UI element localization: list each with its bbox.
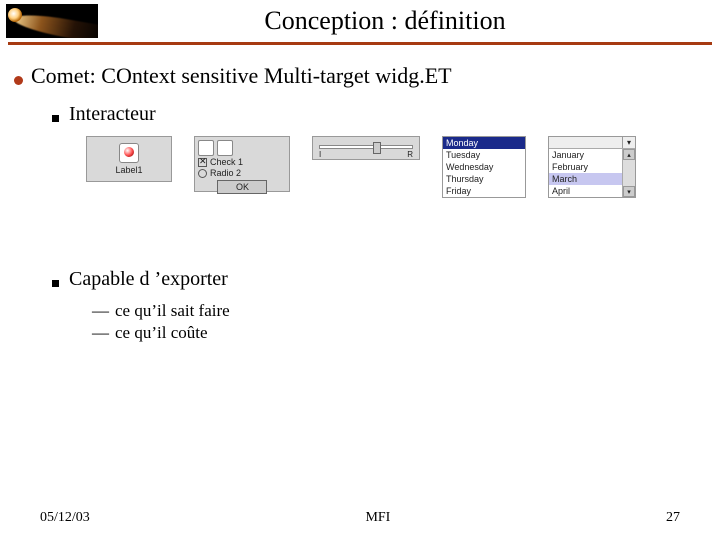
slider-thumb bbox=[373, 142, 381, 154]
slide-title: Conception : définition bbox=[98, 6, 712, 36]
dash-bullet-icon: — bbox=[92, 323, 109, 343]
chevron-down-icon: ▾ bbox=[622, 137, 635, 148]
footer-page: 27 bbox=[666, 510, 680, 526]
widget-gallery: Label1 Check 1 Radio 2 OK I R Monday Tue… bbox=[86, 136, 706, 198]
lvl1-text: Comet: COntext sensitive Multi-target wi… bbox=[31, 63, 452, 89]
scrollbar: ▴ ▾ bbox=[622, 149, 635, 197]
dropdown-header: ▾ bbox=[549, 137, 635, 149]
slider-right-label: R bbox=[407, 150, 413, 159]
bullet-icon bbox=[14, 76, 23, 85]
java-cup-icon bbox=[119, 143, 139, 163]
footer: 05/12/03 MFI 27 bbox=[0, 510, 720, 526]
label-widget: Label1 bbox=[86, 136, 172, 182]
list-item: Monday bbox=[443, 137, 525, 149]
dash-bullet-icon: — bbox=[92, 301, 109, 321]
bullet-level1: Comet: COntext sensitive Multi-target wi… bbox=[14, 63, 706, 89]
square-bullet-icon bbox=[52, 280, 59, 287]
check-label: Check 1 bbox=[210, 157, 243, 167]
months-dropdown-widget: ▾ January February March April ▴ ▾ bbox=[548, 136, 636, 198]
slider-track bbox=[319, 145, 413, 149]
content: Comet: COntext sensitive Multi-target wi… bbox=[0, 45, 720, 343]
list-item: Wednesday bbox=[443, 161, 525, 173]
footer-center: MFI bbox=[365, 510, 390, 526]
list-item: Thursday bbox=[443, 173, 525, 185]
radio-icon bbox=[198, 169, 207, 178]
scroll-down-icon: ▾ bbox=[623, 186, 635, 197]
square-bullet-icon bbox=[52, 115, 59, 122]
bullet-level3: — ce qu’il sait faire bbox=[92, 301, 706, 321]
lvl2-text: Capable d ’exporter bbox=[69, 268, 228, 291]
footer-date: 05/12/03 bbox=[40, 510, 90, 526]
list-item: Tuesday bbox=[443, 149, 525, 161]
slider-widget: I R bbox=[312, 136, 420, 160]
ok-button: OK bbox=[217, 180, 267, 194]
days-list-widget: Monday Tuesday Wednesday Thursday Friday bbox=[442, 136, 526, 198]
java-cup-icon bbox=[217, 140, 233, 156]
comet-logo bbox=[6, 4, 98, 38]
bullet-level3: — ce qu’il coûte bbox=[92, 323, 706, 343]
label-caption: Label1 bbox=[115, 165, 142, 175]
header: Conception : définition bbox=[0, 0, 720, 38]
slider-left-label: I bbox=[319, 150, 321, 159]
list-item: Friday bbox=[443, 185, 525, 197]
bullet-level2-capable: Capable d ’exporter bbox=[52, 268, 706, 291]
java-cup-icon bbox=[198, 140, 214, 156]
scroll-up-icon: ▴ bbox=[623, 149, 635, 160]
lvl3-text: ce qu’il sait faire bbox=[115, 301, 230, 321]
checkbox-widget: Check 1 Radio 2 OK bbox=[194, 136, 290, 192]
lvl2-text: Interacteur bbox=[69, 103, 156, 126]
lvl3-text: ce qu’il coûte bbox=[115, 323, 208, 343]
radio-label: Radio 2 bbox=[210, 168, 241, 178]
checkbox-icon bbox=[198, 158, 207, 167]
bullet-level2-interacteur: Interacteur bbox=[52, 103, 706, 126]
